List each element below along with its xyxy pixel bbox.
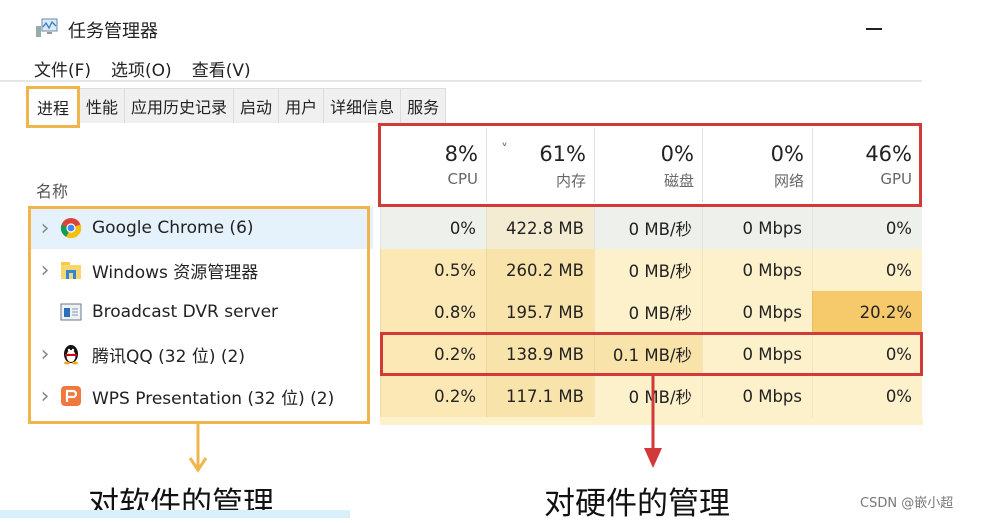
- process-memory-cell: 195.7 MB: [486, 291, 594, 333]
- decorative-strip: [0, 510, 350, 518]
- minimize-button[interactable]: [866, 28, 882, 30]
- tab-app-history[interactable]: 应用历史记录: [125, 88, 235, 123]
- process-memory-cell: 260.2 MB: [486, 249, 594, 291]
- process-network-cell: 0 Mbps: [702, 207, 812, 249]
- tab-performance[interactable]: 性能: [80, 88, 126, 123]
- software-highlight-box: [28, 206, 370, 424]
- process-gpu-cell: 0%: [812, 207, 922, 249]
- process-memory-cell: 117.1 MB: [486, 375, 594, 417]
- process-gpu-cell: 0%: [812, 249, 922, 291]
- process-network-cell: 0 Mbps: [702, 291, 812, 333]
- process-cpu-cell: 0.5%: [380, 249, 486, 291]
- tab-startup[interactable]: 启动: [234, 88, 280, 123]
- task-manager-icon: [36, 18, 58, 37]
- tab-services[interactable]: 服务: [401, 88, 447, 123]
- process-cpu-cell: 0%: [380, 207, 486, 249]
- menu-file[interactable]: 文件(F): [34, 56, 91, 81]
- process-disk-cell: 0 MB/秒: [594, 207, 702, 249]
- menu-bar: 文件(F) 选项(O) 查看(V): [34, 56, 251, 81]
- process-gpu-cell: 0%: [812, 375, 922, 417]
- process-gpu-cell: 20.2%: [812, 291, 922, 333]
- title-bar: 任务管理器: [0, 0, 1002, 50]
- process-network-cell: 0 Mbps: [702, 249, 812, 291]
- hardware-arrow-icon: [644, 374, 662, 468]
- menu-options[interactable]: 选项(O): [111, 56, 172, 81]
- process-disk-cell: 0 MB/秒: [594, 291, 702, 333]
- process-cpu-cell: 0.2%: [380, 375, 486, 417]
- tab-details[interactable]: 详细信息: [324, 88, 402, 123]
- hardware-caption: 对硬件的管理: [544, 486, 730, 522]
- menu-divider: [0, 80, 922, 82]
- tab-bar: 进程 性能 应用历史记录 启动 用户 详细信息 服务: [26, 86, 447, 128]
- hardware-row-highlight-box: [380, 332, 923, 376]
- process-network-cell: 0 Mbps: [702, 375, 812, 417]
- process-memory-cell: 422.8 MB: [486, 207, 594, 249]
- tab-processes[interactable]: 进程: [26, 86, 81, 128]
- process-cpu-cell: 0.8%: [380, 291, 486, 333]
- process-disk-cell: 0 MB/秒: [594, 249, 702, 291]
- hardware-header-highlight: [378, 123, 922, 207]
- window-title: 任务管理器: [68, 21, 158, 42]
- tab-users[interactable]: 用户: [279, 88, 325, 123]
- column-header-name[interactable]: 名称: [36, 178, 68, 202]
- menu-view[interactable]: 查看(V): [192, 56, 251, 81]
- software-arrow-icon: [188, 424, 208, 473]
- watermark: CSDN @嵌小超: [860, 496, 954, 511]
